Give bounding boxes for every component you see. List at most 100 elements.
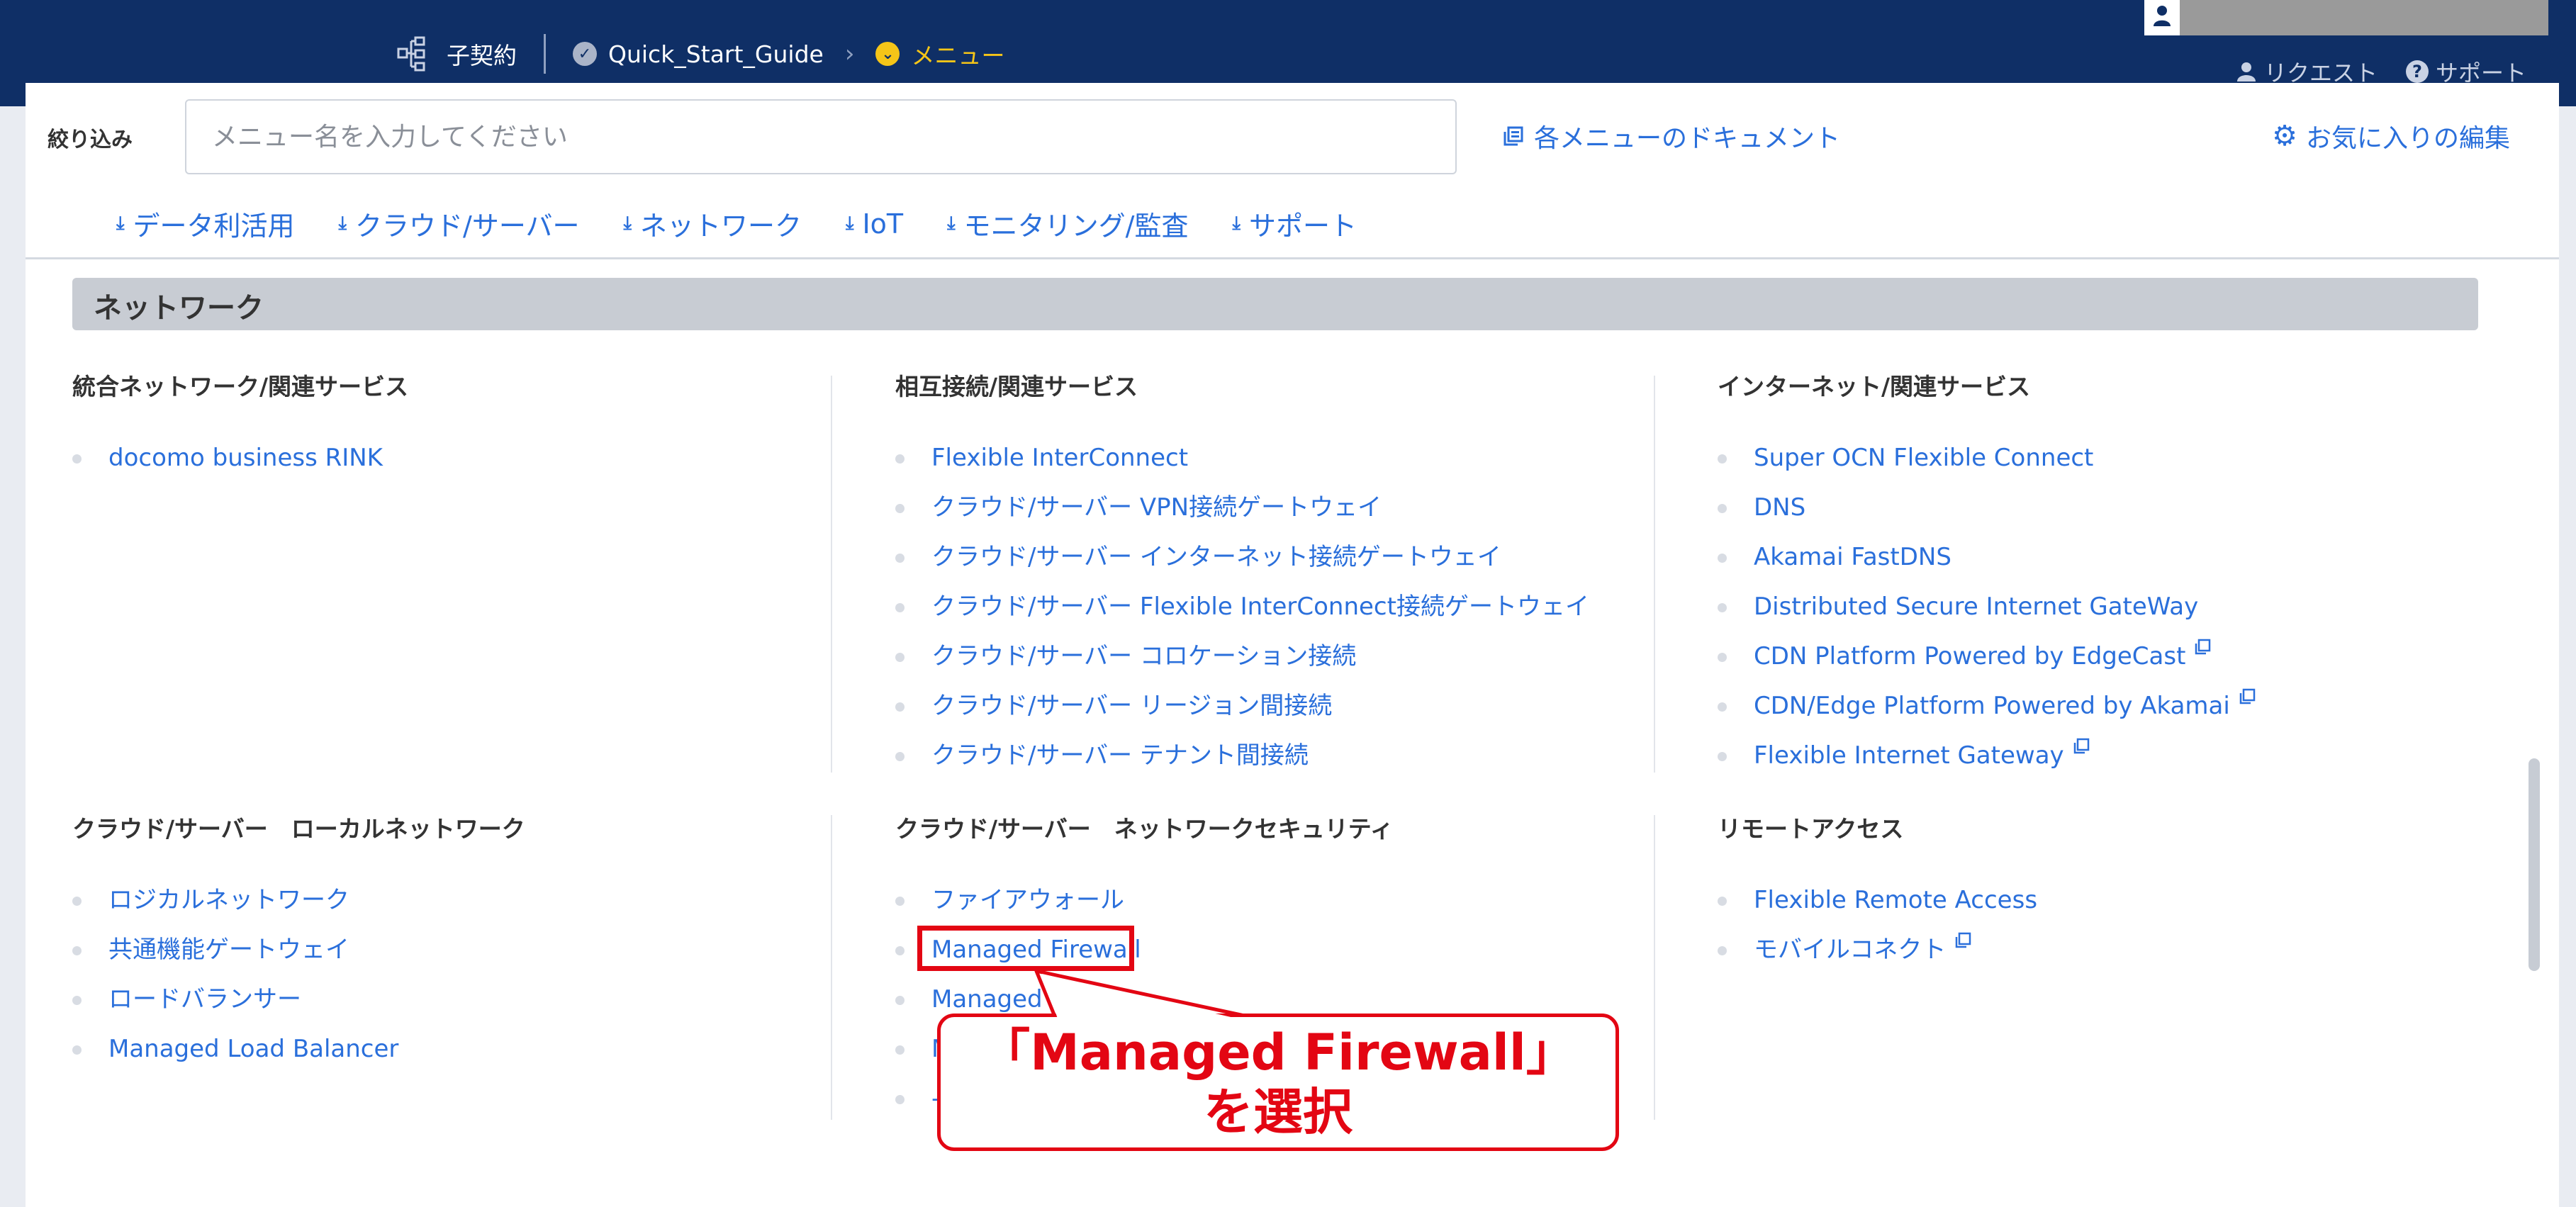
- bullet-icon: [895, 603, 905, 612]
- breadcrumb-quick-start[interactable]: ✓ Quick_Start_Guide: [573, 40, 824, 68]
- category-link-monitoring[interactable]: ⤓ モニタリング/監査: [947, 204, 1188, 243]
- menu-item[interactable]: CDN Platform Powered by EdgeCast: [1718, 639, 2256, 688]
- bullet-icon: [895, 1045, 905, 1055]
- external-link-icon: [2195, 639, 2211, 655]
- menu-item[interactable]: Flexible InterConnect: [895, 440, 1589, 490]
- section-header: [72, 278, 2478, 330]
- menu-item[interactable]: クラウド/サーバー Flexible InterConnect接続ゲートウェイ: [895, 589, 1589, 639]
- gear-icon: ⚙: [2272, 120, 2297, 152]
- menu-item[interactable]: ロードバランサー: [72, 982, 398, 1031]
- bullet-icon: [895, 653, 905, 662]
- favorites-edit-link[interactable]: ⚙ お気に入りの編集: [2272, 118, 2510, 155]
- menu-list: Super OCN Flexible Connect DNS Akamai Fa…: [1718, 440, 2256, 787]
- bullet-icon: [1718, 603, 1727, 612]
- menu-item[interactable]: クラウド/サーバー インターネット接続ゲートウェイ: [895, 539, 1589, 589]
- menu-list: Flexible Remote Access モバイルコネクト: [1718, 882, 2037, 982]
- menu-item[interactable]: 共通機能ゲートウェイ: [72, 932, 398, 982]
- menu-item[interactable]: Flexible Internet Gateway: [1718, 738, 2256, 787]
- bullet-icon: [1718, 653, 1727, 662]
- bullet-icon: [72, 996, 82, 1005]
- chevron-circle-icon: ⌄: [875, 42, 900, 66]
- breadcrumb-label: Quick_Start_Guide: [608, 40, 824, 68]
- menu-list: docomo business RINK: [72, 440, 383, 490]
- bullet-icon: [895, 554, 905, 563]
- menu-item[interactable]: ファイアウォール: [895, 882, 1141, 932]
- category-link-iot[interactable]: ⤓ IoT: [846, 204, 903, 243]
- menu-item[interactable]: Flexible Remote Access: [1718, 882, 2037, 932]
- menu-item[interactable]: クラウド/サーバー テナント間接続: [895, 738, 1589, 787]
- menu-column-integrated-network: 統合ネットワーク/関連サービス docomo business RINK: [72, 373, 781, 472]
- breadcrumb-divider: [544, 34, 546, 74]
- bullet-icon: [895, 702, 905, 712]
- menu-item[interactable]: ロジカルネットワーク: [72, 882, 398, 932]
- bullet-icon: [895, 454, 905, 464]
- menu-item[interactable]: クラウド/サーバー コロケーション接続: [895, 639, 1589, 688]
- download-arrow-icon: ⤓: [623, 213, 632, 234]
- column-divider: [831, 376, 832, 773]
- user-account-menu[interactable]: [2144, 0, 2548, 35]
- download-arrow-icon: ⤓: [947, 213, 956, 234]
- download-arrow-icon: ⤓: [1232, 213, 1241, 234]
- user-icon: [2154, 6, 2171, 26]
- scrollbar-thumb[interactable]: [2529, 758, 2540, 971]
- bullet-icon: [1718, 454, 1727, 464]
- menu-list: Flexible InterConnect クラウド/サーバー VPN接続ゲート…: [895, 440, 1589, 787]
- bullet-icon: [895, 1095, 905, 1104]
- hierarchy-icon: [397, 36, 425, 72]
- filter-label: 絞り込み: [47, 128, 133, 152]
- column-heading: インターネット/関連サービス: [1718, 373, 2031, 400]
- external-link-icon: [2073, 738, 2089, 754]
- menu-item[interactable]: クラウド/サーバー リージョン間接続: [895, 688, 1589, 738]
- document-link-icon: [1503, 126, 1523, 146]
- menu-list: ロジカルネットワーク 共通機能ゲートウェイ ロードバランサー Managed L…: [72, 882, 398, 1081]
- category-link-network[interactable]: ⤓ ネットワーク: [623, 204, 802, 243]
- menu-item[interactable]: docomo business RINK: [72, 440, 383, 490]
- external-link-icon: [2239, 688, 2256, 704]
- menu-item[interactable]: CDN/Edge Platform Powered by Akamai: [1718, 688, 2256, 738]
- menu-item[interactable]: Managed Load Balancer: [72, 1031, 398, 1081]
- bullet-icon: [1718, 946, 1727, 955]
- category-jump-links: ⤓ データ利活用 ⤓ クラウド/サーバー ⤓ ネットワーク ⤓ IoT ⤓ モニタリング/…: [116, 204, 1357, 243]
- download-arrow-icon: ⤓: [845, 213, 854, 234]
- column-heading: 統合ネットワーク/関連サービス: [72, 373, 409, 400]
- menu-documents-link[interactable]: 各メニューのドキュメント: [1503, 118, 1840, 155]
- menu-item[interactable]: モバイルコネクト: [1718, 932, 2037, 982]
- breadcrumb-menu[interactable]: ⌄ メニュー: [875, 37, 1004, 71]
- menu-item[interactable]: クラウド/サーバー VPN接続ゲートウェイ: [895, 490, 1589, 539]
- breadcrumb: 子契約 ✓ Quick_Start_Guide › ⌄ メニュー: [397, 33, 1004, 75]
- category-link-data[interactable]: ⤓ データ利活用: [116, 204, 295, 243]
- download-arrow-icon: ⤓: [338, 213, 347, 234]
- header-divider: [26, 257, 2559, 259]
- menu-item[interactable]: Super OCN Flexible Connect: [1718, 440, 2256, 490]
- menu-column-remote-access: リモートアクセス Flexible Remote Access モバイルコネクト: [1718, 815, 2426, 964]
- bullet-icon: [895, 504, 905, 513]
- person-icon: [2236, 62, 2256, 82]
- bullet-icon: [1718, 752, 1727, 761]
- breadcrumb-label: メニュー: [911, 42, 1005, 69]
- menu-item[interactable]: Akamai FastDNS: [1718, 539, 2256, 589]
- filter-input[interactable]: [185, 99, 1457, 174]
- bullet-icon: [895, 897, 905, 906]
- menu-column-internet: インターネット/関連サービス Super OCN Flexible Connec…: [1718, 373, 2426, 770]
- chevron-right-icon: ›: [844, 40, 855, 68]
- menu-item[interactable]: Distributed Secure Internet GateWay: [1718, 589, 2256, 639]
- bullet-icon: [895, 996, 905, 1005]
- annotation-line2: を選択: [1204, 1083, 1353, 1141]
- menu-column-local-network: クラウド/サーバー ローカルネットワーク ロジカルネットワーク 共通機能ゲートウ…: [72, 815, 781, 1063]
- check-circle-icon: ✓: [573, 42, 597, 66]
- column-divider: [831, 815, 832, 1120]
- category-link-cloud[interactable]: ⤓ クラウド/サーバー: [339, 204, 580, 243]
- annotation-line1: 「Managed Firewall」: [980, 1023, 1576, 1082]
- highlight-box: [917, 926, 1134, 971]
- download-arrow-icon: ⤓: [116, 213, 125, 234]
- external-link-icon: [1956, 932, 1971, 948]
- menu-item[interactable]: DNS: [1718, 490, 2256, 539]
- bullet-icon: [72, 1045, 82, 1055]
- question-icon: ?: [2405, 60, 2429, 83]
- breadcrumb-contract[interactable]: 子契約: [397, 36, 517, 72]
- bullet-icon: [72, 946, 82, 955]
- category-link-support[interactable]: ⤓ サポート: [1232, 204, 1357, 243]
- column-heading: 相互接続/関連サービス: [895, 373, 1138, 400]
- bullet-icon: [1718, 897, 1727, 906]
- bullet-icon: [895, 946, 905, 955]
